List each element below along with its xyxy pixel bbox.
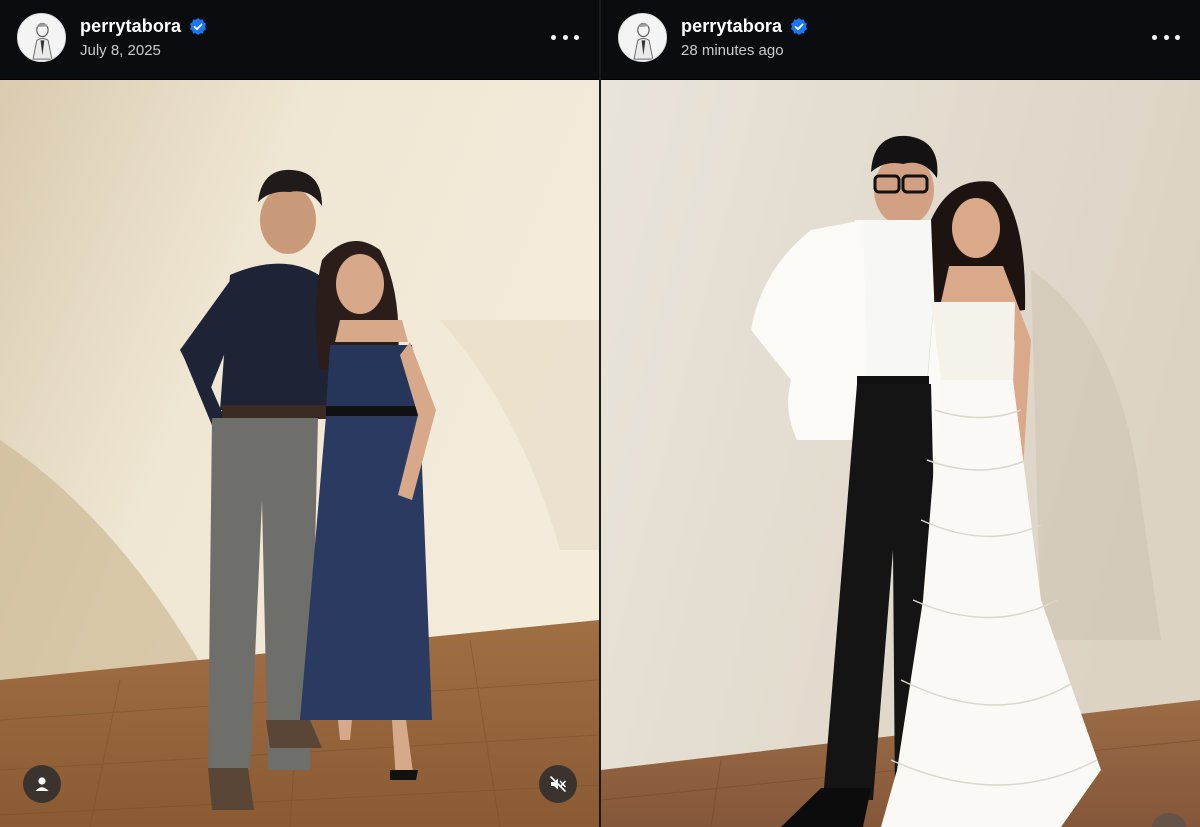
username-text[interactable]: perrytabora [681, 16, 782, 37]
more-options-button[interactable] [551, 28, 579, 46]
tagged-people-button[interactable] [23, 765, 61, 803]
avatar[interactable] [17, 13, 66, 62]
post-header: perrytabora 28 minutes ago [601, 0, 1200, 79]
username[interactable]: perrytabora [681, 16, 809, 37]
dot-icon [1175, 34, 1180, 40]
mute-toggle-button[interactable] [539, 765, 577, 803]
post-header: perrytabora July 8, 2025 [0, 0, 599, 79]
username-text[interactable]: perrytabora [80, 16, 181, 37]
avatar-illustration-icon [18, 14, 65, 61]
verified-badge-icon [188, 17, 208, 37]
dot-icon [551, 34, 556, 40]
post-photo[interactable] [0, 80, 599, 827]
avatar-illustration-icon [619, 14, 666, 61]
post-photo[interactable] [601, 80, 1200, 827]
username[interactable]: perrytabora [80, 16, 208, 37]
post-right: perrytabora 28 minutes ago [601, 0, 1200, 827]
post-timestamp: 28 minutes ago [681, 42, 784, 59]
post-left: perrytabora July 8, 2025 [0, 0, 599, 827]
dot-icon [1152, 34, 1157, 40]
post-timestamp: July 8, 2025 [80, 42, 161, 59]
more-options-button[interactable] [1152, 28, 1180, 46]
muted-speaker-icon [550, 776, 566, 792]
person-icon [35, 777, 49, 791]
dot-icon [562, 34, 568, 40]
photo-couple-formal-icon [601, 80, 1200, 827]
dot-icon [1163, 34, 1169, 40]
photo-couple-casual-icon [0, 80, 599, 827]
dot-icon [574, 34, 579, 40]
avatar[interactable] [618, 13, 667, 62]
verified-badge-icon [789, 17, 809, 37]
